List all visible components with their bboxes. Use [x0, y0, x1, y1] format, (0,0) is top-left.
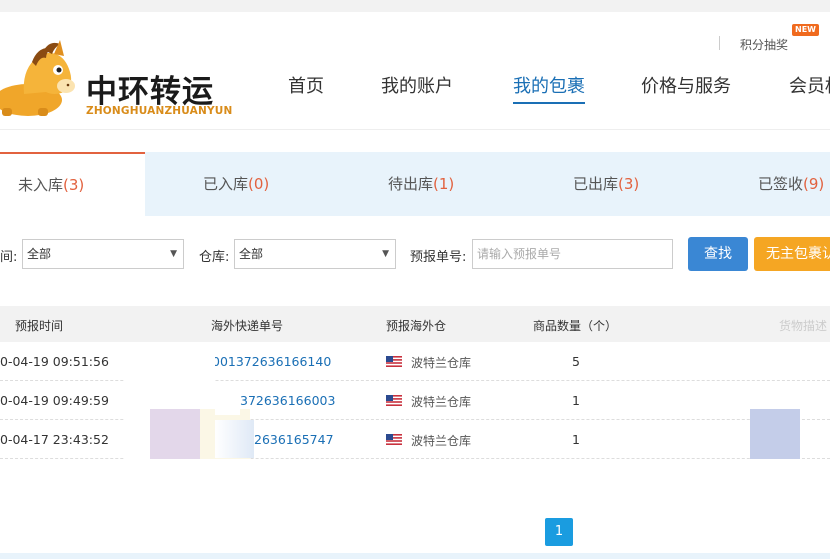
row-warehouse: 波特兰仓库 — [411, 434, 472, 448]
row-time: 0-04-19 09:51:56 — [0, 354, 109, 369]
new-badge: NEW — [792, 24, 819, 36]
util-divider — [719, 36, 720, 50]
unclaimed-package-button[interactable]: 无主包裹认 — [754, 237, 830, 271]
row-time: 0-04-19 09:49:59 — [0, 393, 109, 408]
table-header: 预报时间 海外快递单号 预报海外仓 商品数量（个） 货物描述 — [0, 306, 830, 342]
us-flag-icon — [386, 356, 402, 367]
prereport-number-placeholder: 请输入预报单号 — [477, 247, 562, 261]
top-strip — [0, 0, 830, 12]
col-description: 货物描述 — [779, 319, 828, 333]
tab-label: 待出库 — [388, 175, 434, 193]
redaction-block — [750, 409, 800, 459]
prereport-number-label: 预报单号: — [410, 250, 467, 265]
row-tracking-number[interactable]: 2636165747 — [254, 432, 334, 447]
tab-label: 已出库 — [573, 175, 619, 193]
time-filter-select[interactable]: 全部 ▼ — [22, 239, 184, 269]
tab-label: 未入库 — [18, 176, 64, 194]
col-quantity: 商品数量（个） — [533, 319, 618, 333]
points-lottery-link[interactable]: 积分抽奖 — [740, 36, 788, 53]
search-button[interactable]: 查找 — [688, 237, 748, 271]
time-filter-label: 间: — [0, 250, 18, 265]
tab-count: (1) — [433, 175, 455, 193]
nav-pricing-services[interactable]: 价格与服务 — [641, 72, 731, 98]
row-warehouse: 波特兰仓库 — [411, 395, 472, 409]
row-quantity: 5 — [572, 354, 580, 369]
warehouse-filter-label: 仓库: — [199, 250, 230, 265]
pagination-current-page[interactable]: 1 — [545, 518, 573, 546]
prereport-number-input[interactable]: 请输入预报单号 — [472, 239, 673, 269]
nav-my-packages[interactable]: 我的包裹 — [513, 72, 585, 98]
row-warehouse: 波特兰仓库 — [411, 356, 472, 370]
us-flag-icon — [386, 395, 402, 406]
row-quantity: 1 — [572, 432, 580, 447]
tab-count: (9) — [803, 175, 825, 193]
nav-active-underline — [513, 102, 585, 104]
tab-not-stored[interactable]: 未入库(3) — [0, 152, 145, 216]
row-time: 0-04-17 23:43:52 — [0, 432, 109, 447]
col-prereport-time: 预报时间 — [15, 319, 64, 333]
warehouse-filter-value: 全部 — [239, 247, 264, 261]
redaction-block — [215, 385, 240, 415]
tab-label: 已签收 — [758, 175, 804, 193]
package-status-tabs: 未入库(3) 已入库(0) 待出库(1) 已出库(3) 已签收(9) — [0, 152, 830, 216]
chevron-down-icon: ▼ — [382, 249, 389, 259]
time-filter-value: 全部 — [27, 247, 52, 261]
us-flag-icon — [386, 434, 402, 445]
tab-count: (3) — [63, 176, 85, 194]
warehouse-filter-select[interactable]: 全部 ▼ — [234, 239, 396, 269]
tab-label: 已入库 — [203, 175, 249, 193]
row-tracking-number[interactable]: 372636166003 — [240, 393, 335, 408]
row-quantity: 1 — [572, 393, 580, 408]
col-tracking-number: 海外快递单号 — [211, 319, 284, 333]
footer-strip — [0, 553, 830, 559]
tab-shipped[interactable]: 已出库(3) — [573, 152, 639, 216]
tab-count: (3) — [618, 175, 640, 193]
nav-home[interactable]: 首页 — [288, 72, 324, 98]
tab-stored[interactable]: 已入库(0) — [203, 152, 269, 216]
main-nav: 首页 我的账户 我的包裹 价格与服务 会员权 — [0, 72, 830, 104]
row-tracking-number[interactable]: 001372636166140 — [212, 354, 331, 369]
site-header: 积分抽奖 NEW 中环转运 ZHONGHUANZHUANYUN 首页 我的账户 … — [0, 12, 830, 130]
redaction-block — [150, 409, 200, 459]
logo-subtitle: ZHONGHUANZHUANYUN — [86, 105, 233, 117]
nav-my-account[interactable]: 我的账户 — [381, 72, 453, 98]
chevron-down-icon: ▼ — [170, 249, 177, 259]
col-warehouse: 预报海外仓 — [386, 319, 447, 333]
nav-membership[interactable]: 会员权 — [789, 72, 830, 98]
redaction-block — [215, 420, 254, 458]
tab-count: (0) — [248, 175, 270, 193]
tab-pending-shipment[interactable]: 待出库(1) — [388, 152, 454, 216]
tab-signed[interactable]: 已签收(9) — [758, 152, 824, 216]
filter-bar: 间: 全部 ▼ 仓库: 全部 ▼ 预报单号: 请输入预报单号 查找 无主包裹认 — [0, 236, 830, 274]
